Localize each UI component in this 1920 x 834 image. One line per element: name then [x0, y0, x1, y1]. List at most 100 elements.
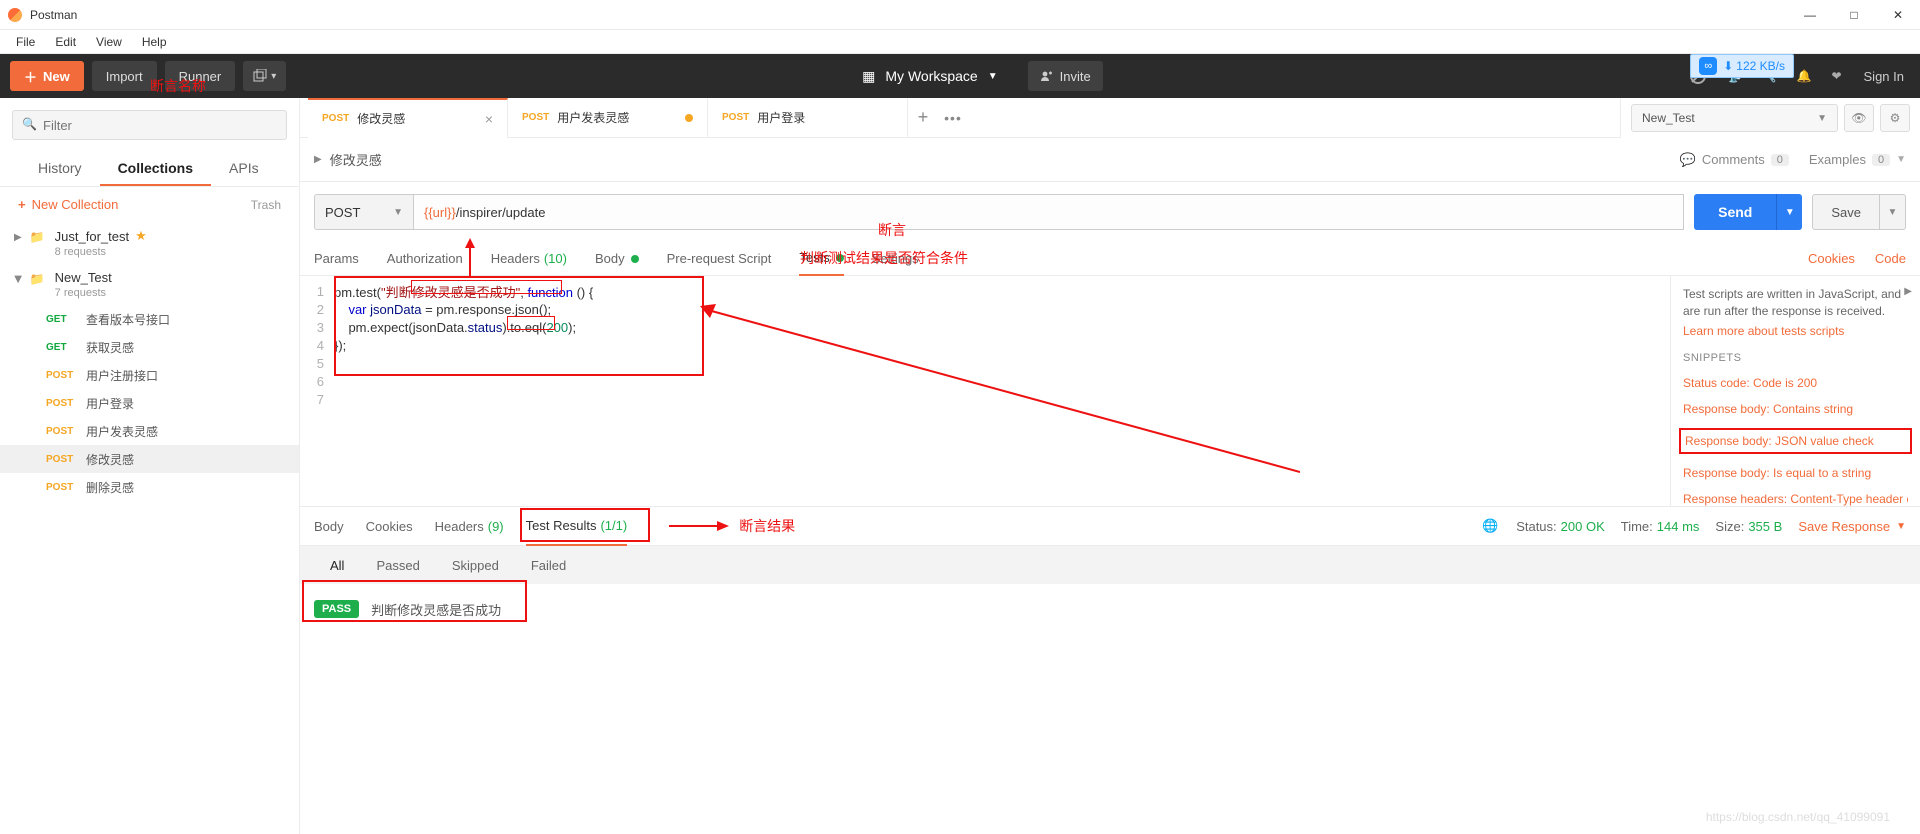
request-row[interactable]: GET查看版本号接口	[0, 305, 299, 333]
send-dropdown-button[interactable]: ▼	[1776, 194, 1802, 230]
sidebar-tab-history[interactable]: History	[20, 152, 100, 186]
menu-view[interactable]: View	[86, 35, 132, 49]
trash-link[interactable]: Trash	[251, 198, 281, 212]
filter-passed[interactable]: Passed	[376, 558, 419, 573]
request-row[interactable]: POST用户登录	[0, 389, 299, 417]
new-tab-button[interactable]: +	[908, 107, 938, 128]
active-dot-icon	[631, 255, 639, 263]
response-size: Size:355 B	[1715, 519, 1782, 534]
request-row[interactable]: GET获取灵感	[0, 333, 299, 361]
tests-editor[interactable]: 1pm.test("判断修改灵感是否成功", function () { 2 v…	[300, 276, 1670, 506]
new-button[interactable]: ＋New	[10, 61, 84, 91]
snippet-item[interactable]: Response body: Contains string	[1683, 402, 1908, 416]
request-row[interactable]: POST用户发表灵感	[0, 417, 299, 445]
download-speed-badge: ∞ ⬇122 KB/s	[1690, 54, 1794, 78]
tab-overflow-button[interactable]: •••	[938, 110, 968, 126]
person-plus-icon	[1040, 70, 1052, 82]
filter-failed[interactable]: Failed	[531, 558, 566, 573]
close-tab-icon[interactable]: ×	[485, 111, 493, 127]
tab-title: 用户登录	[757, 109, 805, 126]
search-icon: 🔍	[22, 117, 37, 131]
window-minimize-button[interactable]: —	[1788, 0, 1832, 30]
sidebar-tab-collections[interactable]: Collections	[100, 152, 211, 186]
url-input[interactable]: {{url}}/inspirer/update	[414, 194, 1684, 230]
import-button[interactable]: Import	[92, 61, 157, 91]
request-tab[interactable]: POST 用户登录	[708, 98, 908, 138]
folder-icon: 📁	[30, 230, 45, 244]
request-tabs-bar: POST 修改灵感 × POST 用户发表灵感 POST 用户登录 + •••	[300, 98, 1620, 138]
filter-all[interactable]: All	[330, 558, 344, 573]
method-badge: POST	[46, 482, 86, 493]
request-tab[interactable]: POST 修改灵感 ×	[308, 98, 508, 138]
subtab-prerequest[interactable]: Pre-request Script	[667, 242, 772, 276]
request-row[interactable]: POST删除灵感	[0, 473, 299, 501]
invite-button[interactable]: Invite	[1028, 61, 1103, 91]
environment-settings-button[interactable]: ⚙	[1880, 104, 1910, 132]
snippet-item[interactable]: Status code: Code is 200	[1683, 376, 1908, 390]
response-tab-headers[interactable]: Headers(9)	[435, 519, 504, 534]
snippets-description: Test scripts are written in JavaScript, …	[1683, 286, 1908, 320]
request-name: 用户登录	[86, 395, 134, 412]
workspace-name: My Workspace	[885, 68, 977, 84]
sidebar-tab-apis[interactable]: APIs	[211, 152, 277, 186]
cookies-link[interactable]: Cookies	[1808, 251, 1855, 266]
request-row[interactable]: POST用户注册接口	[0, 361, 299, 389]
environment-select[interactable]: New_Test ▼	[1631, 104, 1838, 132]
send-button[interactable]: Send	[1694, 194, 1776, 230]
save-response-button[interactable]: Save Response▼	[1798, 519, 1906, 534]
http-method-select[interactable]: POST ▼	[314, 194, 414, 230]
environment-name: New_Test	[1642, 111, 1695, 125]
window-maximize-button[interactable]: □	[1832, 0, 1876, 30]
response-tab-body[interactable]: Body	[314, 519, 344, 534]
grid-icon: ▦	[862, 68, 875, 85]
examples-label: Examples	[1809, 152, 1866, 167]
response-status: Status:200 OK	[1516, 519, 1605, 534]
environment-bar: New_Test ▼ 👁 ⚙	[1620, 98, 1920, 138]
annotation-label: 断言	[878, 220, 906, 240]
subtab-body[interactable]: Body	[595, 242, 639, 276]
collection-folder[interactable]: ▶ 📁 Just_for_test★ 8 requests	[0, 222, 299, 264]
response-header: Body Cookies Headers(9) Test Results (1/…	[300, 506, 1920, 546]
method-badge: POST	[46, 426, 86, 437]
workspace-selector[interactable]: ▦ My Workspace ▼	[862, 68, 997, 85]
folder-sub: 7 requests	[55, 287, 112, 299]
new-collection-button[interactable]: +New Collection	[18, 197, 118, 212]
response-tab-testresults[interactable]: Test Results (1/1)	[526, 506, 628, 546]
left-sidebar: 🔍 History Collections APIs +New Collecti…	[0, 98, 300, 834]
snippets-header: SNIPPETS	[1683, 352, 1908, 364]
globe-icon[interactable]: 🌐	[1482, 518, 1498, 534]
request-name: 用户发表灵感	[86, 423, 158, 440]
snippet-item[interactable]: Response body: Is equal to a string	[1683, 466, 1908, 480]
subtab-params[interactable]: Params	[314, 242, 359, 276]
comment-icon: 💬	[1680, 152, 1696, 168]
comments-button[interactable]: 💬 Comments 0	[1680, 152, 1789, 168]
save-button[interactable]: Save	[1812, 194, 1880, 230]
response-tab-cookies[interactable]: Cookies	[366, 519, 413, 534]
request-row[interactable]: POST修改灵感	[0, 445, 299, 473]
learn-more-link[interactable]: Learn more about tests scripts	[1683, 324, 1908, 338]
chevron-down-icon: ▶	[12, 276, 23, 284]
new-window-button[interactable]: ▾	[243, 61, 286, 91]
filter-input[interactable]	[12, 110, 287, 140]
snippet-item[interactable]: Response body: JSON value check	[1679, 428, 1912, 454]
examples-button[interactable]: Examples 0 ▼	[1809, 152, 1906, 167]
menu-edit[interactable]: Edit	[45, 35, 86, 49]
collection-folder[interactable]: ▶ 📁 New_Test 7 requests	[0, 264, 299, 305]
chevron-right-icon[interactable]: ▶	[1904, 286, 1912, 297]
snippet-item[interactable]: Response headers: Content-Type header ch…	[1683, 492, 1908, 506]
heart-icon[interactable]: ❤	[1831, 69, 1841, 83]
sign-in-button[interactable]: Sign In	[1864, 69, 1904, 84]
bell-icon[interactable]: 🔔	[1797, 69, 1812, 83]
code-link[interactable]: Code	[1875, 251, 1906, 266]
subtab-headers[interactable]: Headers(10)	[491, 242, 567, 276]
subtab-authorization[interactable]: Authorization	[387, 242, 463, 276]
menu-file[interactable]: File	[6, 35, 45, 49]
environment-quicklook-button[interactable]: 👁	[1844, 104, 1874, 132]
save-dropdown-button[interactable]: ▼	[1880, 194, 1906, 230]
chevron-right-icon: ▶	[314, 154, 322, 165]
menu-help[interactable]: Help	[132, 35, 177, 49]
window-close-button[interactable]: ✕	[1876, 0, 1920, 30]
filter-skipped[interactable]: Skipped	[452, 558, 499, 573]
request-tab[interactable]: POST 用户发表灵感	[508, 98, 708, 138]
chevron-right-icon: ▶	[14, 232, 22, 243]
